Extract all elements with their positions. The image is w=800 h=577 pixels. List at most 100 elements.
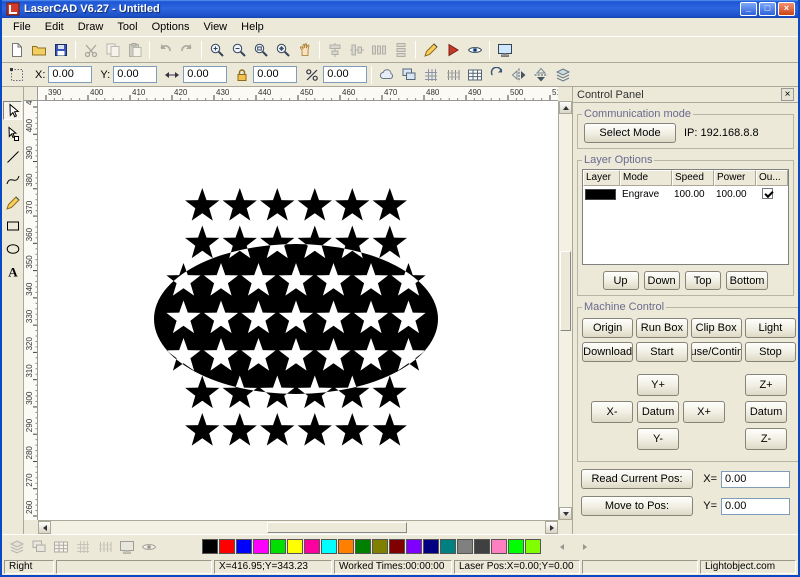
fence-button[interactable] [442, 64, 463, 85]
color-swatch-10[interactable] [372, 539, 388, 554]
zoom-in-button[interactable] [206, 39, 227, 60]
pause-continue-button[interactable]: Pause/Continue [691, 342, 742, 362]
scroll-right-button[interactable] [545, 521, 558, 534]
drawing-canvas[interactable] [38, 101, 558, 520]
run-box-button[interactable]: Run Box [636, 318, 687, 338]
tool-text[interactable]: A [3, 262, 22, 281]
jog-x-minus-button[interactable]: X- [591, 401, 633, 423]
color-swatch-1[interactable] [219, 539, 235, 554]
device-monitor-button[interactable] [494, 39, 515, 60]
anchor-point-button[interactable] [6, 64, 27, 85]
horizontal-scroll-thumb[interactable] [267, 522, 407, 533]
pos-y-field[interactable]: 0.00 [721, 498, 790, 515]
jog-z-plus-button[interactable]: Z+ [745, 374, 787, 396]
color-swatch-8[interactable] [338, 539, 354, 554]
clip-box-button[interactable]: Clip Box [691, 318, 742, 338]
jog-z-minus-button[interactable]: Z- [745, 428, 787, 450]
bottom-button[interactable]: Bottom [726, 271, 769, 290]
scroll-down-button[interactable] [559, 507, 572, 520]
color-swatch-6[interactable] [304, 539, 320, 554]
color-swatch-16[interactable] [474, 539, 490, 554]
scroll-left-button[interactable] [38, 521, 51, 534]
tool-node-edit[interactable] [3, 124, 22, 143]
color-swatch-18[interactable] [508, 539, 524, 554]
color-swatch-17[interactable] [491, 539, 507, 554]
flip-v-button[interactable] [530, 64, 551, 85]
tool-ellipse[interactable] [3, 239, 22, 258]
select-mode-button[interactable]: Select Mode [584, 123, 676, 143]
layer-row[interactable]: Engrave 100.00 100.00 [583, 186, 788, 202]
cascade-button[interactable] [398, 64, 419, 85]
new-button[interactable] [6, 39, 27, 60]
menu-draw[interactable]: Draw [71, 19, 111, 35]
pan-button[interactable] [294, 39, 315, 60]
zoom-out-button[interactable] [228, 39, 249, 60]
maximize-button[interactable]: □ [759, 2, 776, 16]
scale-field[interactable]: 0.00 [323, 66, 367, 83]
open-button[interactable] [28, 39, 49, 60]
color-swatch-3[interactable] [253, 539, 269, 554]
menu-edit[interactable]: Edit [38, 19, 71, 35]
pos-x-field[interactable]: 0.00 [721, 471, 790, 488]
zoom-all-button[interactable] [272, 39, 293, 60]
layers-button[interactable] [552, 64, 573, 85]
edit-output-button[interactable] [420, 39, 441, 60]
tool-pen[interactable] [3, 193, 22, 212]
vertical-scroll-thumb[interactable] [560, 251, 571, 331]
height-field[interactable]: 0.00 [253, 66, 297, 83]
table-button[interactable] [464, 64, 485, 85]
color-swatch-13[interactable] [423, 539, 439, 554]
move-to-pos-button[interactable]: Move to Pos: [581, 496, 693, 516]
origin-button[interactable]: Origin [582, 318, 633, 338]
color-swatch-15[interactable] [457, 539, 473, 554]
top-button[interactable]: Top [685, 271, 721, 290]
close-button[interactable]: × [778, 2, 795, 16]
read-current-pos-button[interactable]: Read Current Pos: [581, 469, 693, 489]
grid-button[interactable] [420, 64, 441, 85]
jog-datum-xy-button[interactable]: Datum [637, 401, 679, 423]
jog-x-plus-button[interactable]: X+ [683, 401, 725, 423]
color-swatch-14[interactable] [440, 539, 456, 554]
menu-tool[interactable]: Tool [110, 19, 144, 35]
color-swatch-7[interactable] [321, 539, 337, 554]
stop-button[interactable]: Stop [745, 342, 796, 362]
tool-select[interactable] [3, 101, 22, 120]
menu-options[interactable]: Options [145, 19, 197, 35]
panel-close-icon[interactable]: × [781, 88, 794, 101]
tool-rectangle[interactable] [3, 216, 22, 235]
color-swatch-19[interactable] [525, 539, 541, 554]
minimize-button[interactable]: _ [740, 2, 757, 16]
color-swatch-11[interactable] [389, 539, 405, 554]
flip-h-button[interactable] [508, 64, 529, 85]
horizontal-scrollbar[interactable] [38, 520, 558, 534]
cloud-button[interactable] [376, 64, 397, 85]
light-button[interactable]: Light [745, 318, 796, 338]
menu-file[interactable]: File [6, 19, 38, 35]
layer-color-swatch[interactable] [585, 189, 616, 200]
layer-output-checkbox[interactable] [762, 188, 773, 199]
menu-view[interactable]: View [196, 19, 234, 35]
zoom-window-button[interactable] [250, 39, 271, 60]
rotate-button[interactable] [486, 64, 507, 85]
scroll-up-button[interactable] [559, 101, 572, 114]
star-ellipse-design[interactable] [38, 101, 558, 520]
menu-help[interactable]: Help [234, 19, 271, 35]
vertical-scrollbar[interactable] [558, 101, 572, 520]
up-button[interactable]: Up [603, 271, 639, 290]
position-y-field[interactable]: 0.00 [113, 66, 157, 83]
width-field[interactable]: 0.00 [183, 66, 227, 83]
save-button[interactable] [50, 39, 71, 60]
color-swatch-2[interactable] [236, 539, 252, 554]
preview-button[interactable] [464, 39, 485, 60]
down-button[interactable]: Down [644, 271, 680, 290]
color-swatch-12[interactable] [406, 539, 422, 554]
tool-line[interactable] [3, 147, 22, 166]
tool-curve[interactable] [3, 170, 22, 189]
simulate-button[interactable] [442, 39, 463, 60]
start-button[interactable]: Start [636, 342, 687, 362]
jog-y-minus-button[interactable]: Y- [637, 428, 679, 450]
jog-datum-z-button[interactable]: Datum [745, 401, 787, 423]
color-swatch-4[interactable] [270, 539, 286, 554]
position-x-field[interactable]: 0.00 [48, 66, 92, 83]
color-swatch-5[interactable] [287, 539, 303, 554]
